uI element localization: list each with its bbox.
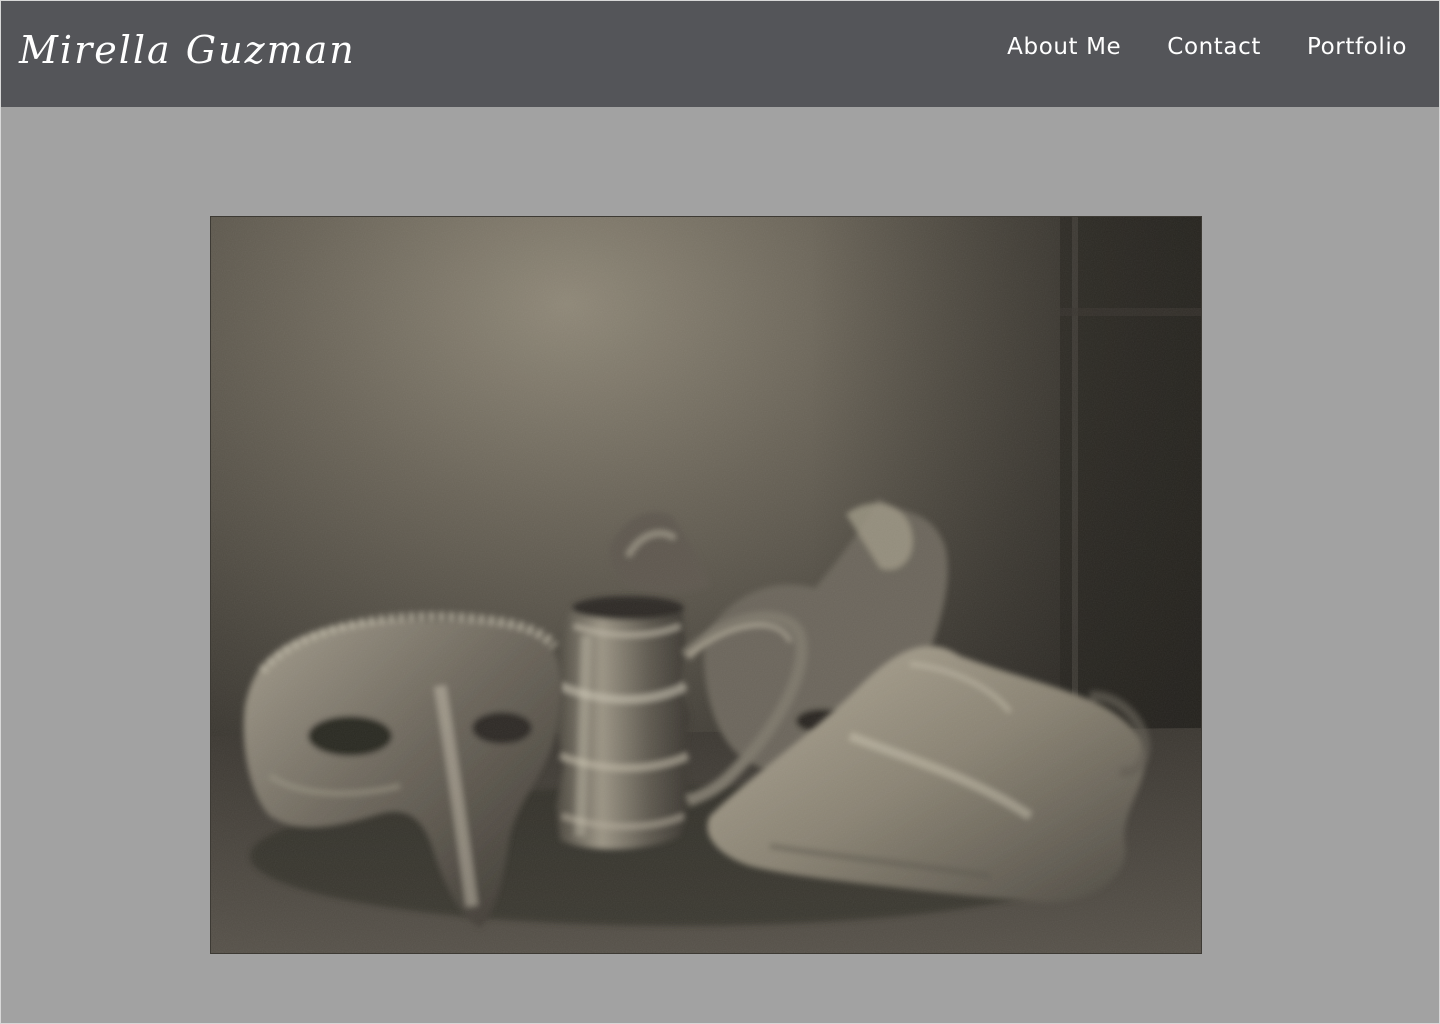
nav-about-me[interactable]: About Me: [1007, 36, 1121, 59]
nav-contact[interactable]: Contact: [1167, 36, 1261, 59]
featured-artwork: [210, 216, 1202, 954]
main-navigation: About Me Contact Portfolio: [1007, 36, 1407, 59]
charcoal-still-life-image: [210, 216, 1202, 954]
site-header: Mirella Guzman About Me Contact Portfoli…: [1, 1, 1439, 107]
site-title[interactable]: Mirella Guzman: [19, 31, 356, 69]
nav-portfolio[interactable]: Portfolio: [1307, 36, 1407, 59]
